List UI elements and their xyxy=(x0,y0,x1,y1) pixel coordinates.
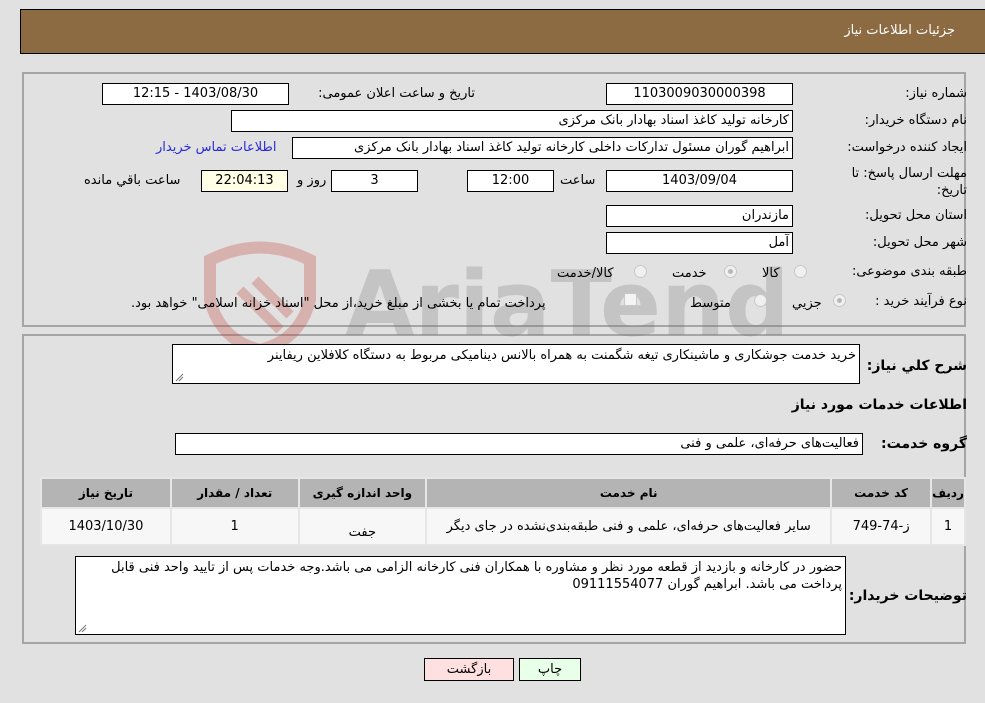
purchase-type-label: نوع فرآیند خرید : xyxy=(875,294,967,309)
province-label: استان محل تحویل: xyxy=(865,208,967,223)
announce-datetime-field[interactable]: 1403/08/30 - 12:15 xyxy=(102,83,289,105)
cell-need-date: 1403/10/30 xyxy=(40,507,172,546)
treasury-payment-checkbox[interactable] xyxy=(624,293,637,306)
deadline-label: مهلت ارسال پاسخ: تا تاریخ: xyxy=(851,166,967,198)
time-remaining-field: 22:04:13 xyxy=(201,170,288,192)
deadline-time-label: ساعت xyxy=(560,173,596,188)
need-number-field[interactable]: 1103009030000398 xyxy=(606,83,793,105)
category-option-goods: کالا xyxy=(762,266,780,281)
resize-handle-icon[interactable] xyxy=(78,624,87,633)
table-row: 1 ز-74-749 سایر فعالیت‌های حرفه‌ای، علمی… xyxy=(40,507,966,546)
description-label: شرح کلي نياز: xyxy=(866,358,967,374)
province-field[interactable]: مازندران xyxy=(606,205,793,227)
city-field[interactable]: آمل xyxy=(606,232,793,254)
cell-unit: جفت xyxy=(297,507,428,546)
deadline-time-field[interactable]: 12:00 xyxy=(467,170,554,192)
table-header-row: ردیف کد خدمت نام خدمت واحد اندازه گیری ت… xyxy=(40,477,966,509)
back-button[interactable]: بازگشت xyxy=(424,658,514,681)
col-header-row-number: ردیف xyxy=(930,477,966,509)
cell-row-number: 1 xyxy=(930,507,966,546)
print-button[interactable]: چاپ xyxy=(519,658,581,681)
purchase-type-radio-medium[interactable] xyxy=(754,294,767,307)
need-number-label: شماره نیاز: xyxy=(905,86,967,101)
buyer-notes-textarea[interactable]: حضور در کارخانه و بازدید از قطعه مورد نظ… xyxy=(75,556,846,635)
col-header-quantity: تعداد / مقدار xyxy=(169,477,300,509)
time-remaining-label: ساعت باقي مانده xyxy=(84,173,181,188)
days-label: روز و xyxy=(297,173,327,188)
category-option-goods-service: کالا/خدمت xyxy=(557,266,614,281)
service-group-field[interactable]: فعالیت‌های حرفه‌ای، علمی و فنی xyxy=(175,433,863,455)
purchase-type-radio-minor[interactable] xyxy=(833,294,846,307)
page-header: جزئیات اطلاعات نیاز xyxy=(20,9,985,54)
purchase-type-option-medium: متوسط xyxy=(690,296,731,311)
resize-handle-icon[interactable] xyxy=(175,373,184,382)
cell-service-code: ز-74-749 xyxy=(830,507,933,546)
cell-service-name: سایر فعالیت‌های حرفه‌ای، علمی و فنی طبقه… xyxy=(425,507,833,546)
requester-field[interactable]: ابراهیم گوران مسئول تدارکات داخلی کارخان… xyxy=(292,137,793,159)
services-section-title: اطلاعات خدمات مورد نیاز xyxy=(791,397,967,413)
col-header-service-code: کد خدمت xyxy=(830,477,933,509)
category-radio-goods-service[interactable] xyxy=(634,265,647,278)
page-title: جزئیات اطلاعات نیاز xyxy=(844,23,955,38)
category-radio-goods[interactable] xyxy=(794,265,807,278)
col-header-service-name: نام خدمت xyxy=(425,477,833,509)
treasury-payment-note: پرداخت تمام یا بخشی از مبلغ خرید،از محل … xyxy=(131,296,546,311)
city-label: شهر محل تحویل: xyxy=(872,235,967,250)
buyer-notes-text: حضور در کارخانه و بازدید از قطعه مورد نظ… xyxy=(111,560,842,592)
col-header-unit: واحد اندازه گیری xyxy=(297,477,428,509)
deadline-date-field[interactable]: 1403/09/04 xyxy=(606,170,793,192)
category-radio-service[interactable] xyxy=(724,265,737,278)
buyer-org-label: نام دستگاه خریدار: xyxy=(864,113,967,128)
category-label: طبقه بندی موضوعی: xyxy=(851,264,967,279)
services-table: ردیف کد خدمت نام خدمت واحد اندازه گیری ت… xyxy=(40,477,966,546)
col-header-need-date: تاریخ نیاز xyxy=(40,477,172,509)
days-remaining-field: 3 xyxy=(331,170,418,192)
buyer-org-field[interactable]: کارخانه تولید کاغذ اسناد بهادار بانک مرک… xyxy=(231,110,793,132)
description-textarea[interactable]: خرید خدمت جوشکاری و ماشینکاری تیغه شگمنت… xyxy=(172,344,860,384)
category-option-service: خدمت xyxy=(672,266,707,281)
cell-quantity: 1 xyxy=(169,507,300,546)
description-text: خرید خدمت جوشکاری و ماشینکاری تیغه شگمنت… xyxy=(267,348,856,363)
announce-datetime-label: تاریخ و ساعت اعلان عمومی: xyxy=(318,86,475,101)
buyer-notes-label: توضیحات خریدار: xyxy=(848,588,967,604)
buyer-contact-link[interactable]: اطلاعات تماس خریدار xyxy=(156,140,276,155)
requester-label: ایجاد کننده درخواست: xyxy=(847,140,967,155)
purchase-type-option-minor: جزيي xyxy=(792,296,822,311)
service-group-label: گروه خدمت: xyxy=(881,436,967,452)
